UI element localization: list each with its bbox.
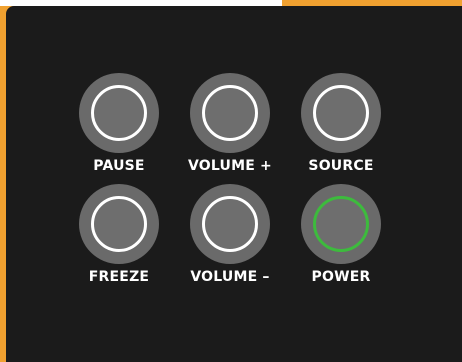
pause-label: PAUSE xyxy=(93,158,145,174)
ring-button-icon xyxy=(313,85,369,141)
ring-button-icon xyxy=(91,196,147,252)
power-label: POWER xyxy=(311,269,371,285)
volume-up-button[interactable] xyxy=(190,73,270,153)
source-label: SOURCE xyxy=(308,158,374,174)
volume-down-button[interactable] xyxy=(190,184,270,264)
ring-button-icon xyxy=(202,85,258,141)
ring-button-icon xyxy=(91,85,147,141)
freeze-button[interactable] xyxy=(79,184,159,264)
volume-up-label: VOLUME + xyxy=(188,158,272,174)
pause-button[interactable] xyxy=(79,73,159,153)
volume-down-label: VOLUME – xyxy=(190,269,270,285)
power-button[interactable] xyxy=(301,184,381,264)
control-panel-screen: PAUSE VOLUME + SOURCE FREEZE VOLUME – PO… xyxy=(0,0,462,362)
freeze-label: FREEZE xyxy=(88,269,150,285)
ring-button-icon xyxy=(202,196,258,252)
power-ring-icon xyxy=(313,196,369,252)
source-button[interactable] xyxy=(301,73,381,153)
